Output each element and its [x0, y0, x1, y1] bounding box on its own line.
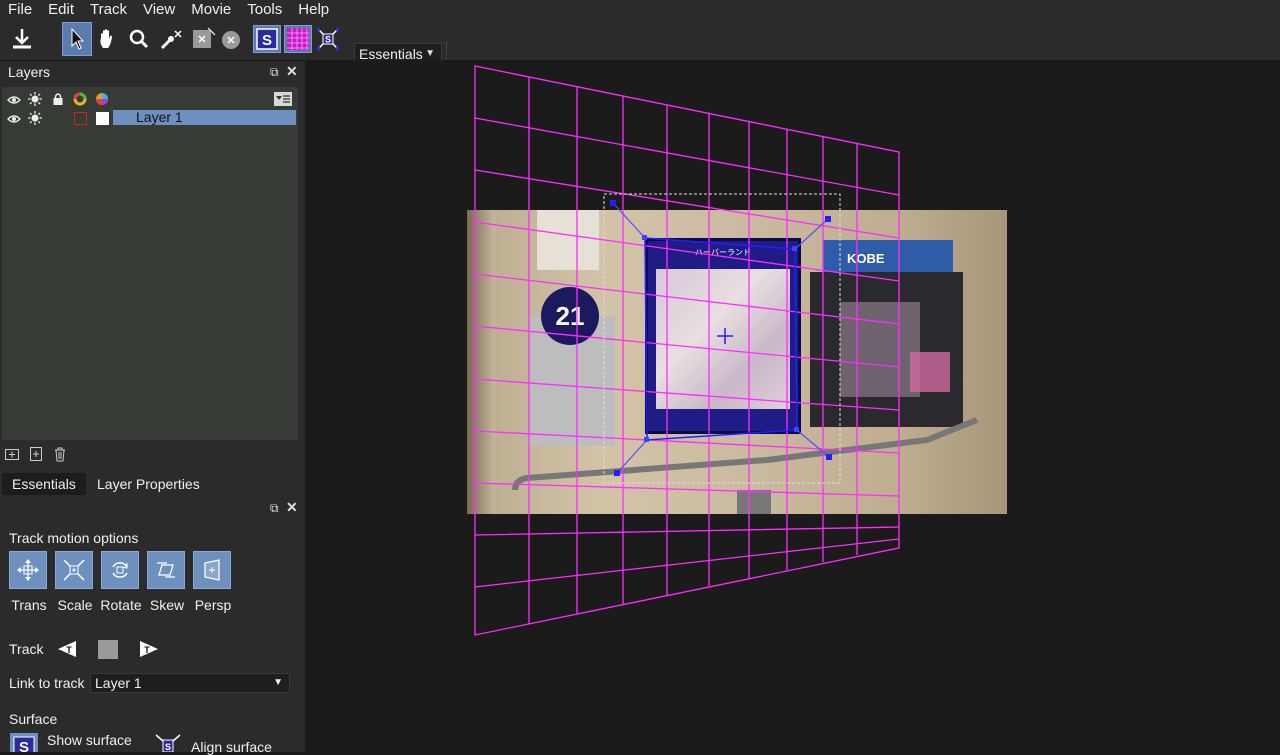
svg-text:S: S [165, 742, 171, 752]
visibility-eye-icon[interactable] [7, 93, 21, 107]
x-box-icon[interactable] [189, 25, 217, 53]
link-to-track-label: Link to track [9, 675, 85, 691]
scale-label: Scale [57, 597, 93, 613]
viewer-canvas[interactable]: 21 ハーバーランド KOBE HARBORLAND [307, 61, 1280, 752]
float-panel-icon[interactable]: ⧉ [270, 65, 279, 80]
toolbar: S S Essentials ▼ [0, 20, 1280, 72]
layers-list [2, 87, 298, 440]
layer-visibility-eye-icon[interactable] [7, 112, 21, 126]
skew-icon [157, 562, 175, 578]
perspective-grid [474, 65, 900, 636]
stop-tracking-button[interactable] [98, 640, 118, 659]
svg-text:S: S [325, 35, 331, 45]
rotate-label: Rotate [100, 597, 142, 613]
track-label: Track [9, 641, 44, 657]
menu-bar: File Edit Track View Movie Tools Help [0, 0, 1280, 20]
tab-layer-properties[interactable]: Layer Properties [87, 473, 210, 495]
close-icon[interactable]: ✕ [286, 499, 298, 516]
track-forward-icon[interactable]: T [138, 639, 160, 659]
x-circle-icon[interactable] [217, 25, 245, 53]
menu-help[interactable]: Help [290, 0, 337, 20]
layer-name: Layer 1 [136, 109, 183, 125]
svg-text:S: S [19, 739, 29, 752]
persp-button[interactable] [193, 551, 231, 589]
sun-render-icon[interactable] [28, 92, 42, 106]
grid-icon[interactable] [284, 25, 312, 53]
menu-movie[interactable]: Movie [183, 0, 239, 20]
persp-label: Persp [194, 597, 232, 613]
menu-track[interactable]: Track [82, 0, 135, 20]
workspace-select[interactable]: Essentials ▼ [354, 43, 442, 63]
show-surface-icon[interactable]: S [9, 732, 39, 752]
skew-button[interactable] [147, 551, 185, 589]
skew-label: Skew [149, 597, 185, 613]
align-surface-icon[interactable]: S [314, 25, 342, 53]
zoom-icon[interactable] [125, 25, 153, 53]
new-folder-icon[interactable] [4, 446, 20, 462]
align-surface-icon[interactable]: S [153, 732, 183, 752]
menu-file[interactable]: File [0, 0, 40, 20]
menu-edit[interactable]: Edit [40, 0, 82, 20]
layer-sun-render-icon[interactable] [28, 111, 42, 125]
scale-button[interactable] [55, 551, 93, 589]
chevron-down-icon: ▼ [273, 677, 283, 688]
link-to-track-select[interactable]: Layer 1 ▼ [90, 673, 290, 693]
rotate-button[interactable] [101, 551, 139, 589]
surface-s-icon[interactable]: S [253, 25, 281, 53]
rotate-icon [112, 562, 128, 578]
trash-icon[interactable] [52, 446, 68, 462]
layers-panel-title: Layers [8, 64, 51, 80]
layers-panel: Layers ⧉ ✕ Layer 1 [0, 61, 305, 471]
color-wheel-icon[interactable] [95, 92, 109, 106]
scale-icon [63, 559, 85, 581]
layer-color-swatch[interactable] [74, 112, 87, 125]
menu-tools[interactable]: Tools [239, 0, 290, 20]
select-arrow-icon[interactable] [62, 22, 92, 56]
float-panel-icon[interactable]: ⧉ [270, 501, 279, 516]
workspace-label: Essentials [359, 46, 423, 62]
color-ring-icon[interactable] [73, 92, 87, 106]
persp-icon [204, 559, 220, 581]
new-layer-icon[interactable] [28, 446, 44, 462]
track-motion-title: Track motion options [9, 530, 139, 546]
layer-row-selected[interactable]: Layer 1 [113, 110, 296, 125]
trans-icon [17, 559, 39, 581]
hand-pan-icon[interactable] [94, 25, 122, 53]
properties-tabs: Essentials Layer Properties [0, 471, 305, 495]
tab-essentials[interactable]: Essentials [2, 473, 86, 495]
svg-text:T: T [66, 645, 72, 655]
layers-menu-icon[interactable] [274, 92, 292, 106]
layer-white-swatch[interactable] [96, 112, 109, 125]
track-backward-icon[interactable]: T [56, 639, 78, 659]
close-icon[interactable]: ✕ [286, 63, 298, 80]
surface-label: Surface [9, 711, 58, 727]
lock-icon[interactable] [51, 92, 65, 106]
trans-label: Trans [11, 597, 47, 613]
menu-view[interactable]: View [135, 0, 183, 20]
link-to-track-value: Layer 1 [95, 675, 142, 691]
align-surface-label: Align surface [191, 739, 272, 755]
show-surface-label: Show surface [47, 732, 132, 748]
add-point-icon[interactable] [157, 25, 185, 53]
svg-text:T: T [144, 645, 150, 655]
svg-text:S: S [262, 32, 272, 49]
trans-button[interactable] [9, 551, 47, 589]
export-icon[interactable] [8, 25, 36, 53]
